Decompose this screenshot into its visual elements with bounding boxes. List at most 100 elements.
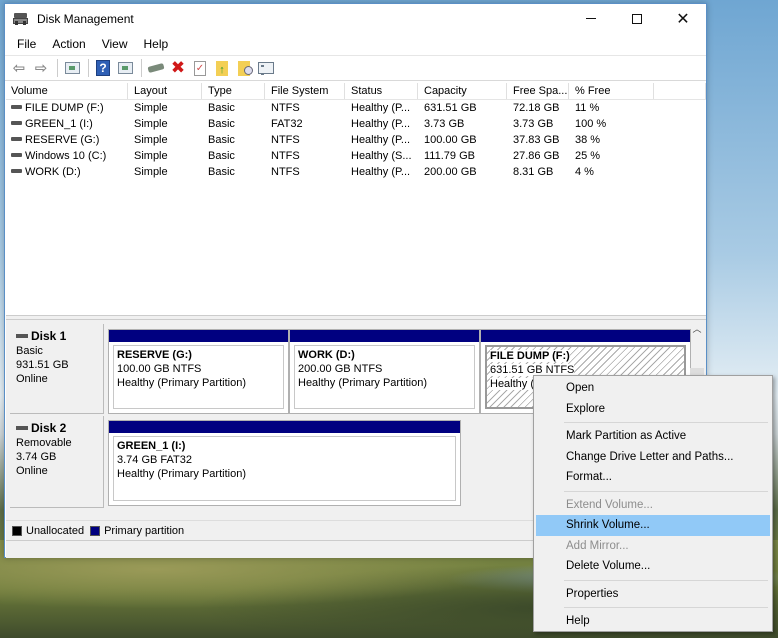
cell-text: NTFS: [271, 134, 300, 146]
folder-search-button[interactable]: [234, 58, 254, 78]
partition-color-bar: [109, 330, 288, 342]
menu-item-change-drive-letter-and-paths[interactable]: Change Drive Letter and Paths...: [536, 447, 770, 468]
column-header-layout[interactable]: Layout: [128, 83, 202, 99]
delete-button[interactable]: ✖: [168, 58, 188, 78]
cell-file-system: NTFS: [265, 132, 345, 148]
column-header-free-space[interactable]: Free Spa...: [507, 83, 569, 99]
disk-size: 3.74 GB: [16, 451, 57, 463]
disk-type: Removable: [16, 437, 72, 449]
volume-list: Volume Layout Type File System Status Ca…: [6, 83, 706, 315]
cell-file-system: NTFS: [265, 100, 345, 116]
cell-text: 3.73 GB: [424, 118, 465, 130]
column-header-capacity[interactable]: Capacity: [418, 83, 507, 99]
menu-action[interactable]: Action: [44, 37, 93, 51]
close-icon: ✕: [676, 10, 690, 28]
cell-layout: Simple: [128, 100, 202, 116]
maximize-button[interactable]: [614, 4, 660, 33]
table-row[interactable]: RESERVE (G:) Simple Basic NTFS Healthy (P...…: [6, 132, 706, 148]
partition-title: GREEN_1 (I:): [117, 440, 186, 452]
menu-item-properties[interactable]: Properties: [536, 584, 770, 605]
table-row[interactable]: Windows 10 (C:) Simple Basic NTFS Healthy (S…: [6, 148, 706, 164]
menu-file[interactable]: File: [9, 37, 44, 51]
show-hide-console-tree-button[interactable]: [62, 58, 82, 78]
cell-text: 111.79 GB: [424, 150, 475, 162]
minimize-button[interactable]: [568, 4, 614, 33]
cell-file-system: NTFS: [265, 164, 345, 180]
disk-status: Online: [16, 373, 48, 385]
legend-swatch-primary: [90, 525, 101, 536]
forward-button[interactable]: ⇨: [31, 58, 51, 78]
table-row[interactable]: FILE DUMP (F:) Simple Basic NTFS Healthy (P.…: [6, 100, 706, 116]
menu-help[interactable]: Help: [136, 37, 177, 51]
partition-reserve[interactable]: RESERVE (G:) 100.00 GB NTFS Healthy (Pri…: [108, 329, 289, 414]
cell-text: 100 %: [575, 118, 607, 130]
cell-layout: Simple: [128, 132, 202, 148]
context-menu: Open Explore Mark Partition as Active Chang…: [533, 375, 773, 632]
partition-work[interactable]: WORK (D:) 200.00 GB NTFS Healthy (Primar…: [289, 329, 480, 414]
disk-name: Disk 2: [31, 421, 67, 435]
cell-file-system: FAT32: [265, 116, 345, 132]
cell-text: 38 %: [575, 134, 601, 146]
column-header-file-system[interactable]: File System: [265, 83, 345, 99]
disk-name: Disk 1: [31, 329, 67, 343]
title-bar[interactable]: Disk Management ✕: [5, 4, 706, 33]
show-hide-action-pane-button[interactable]: [115, 58, 135, 78]
cell-volume: WORK (D:): [6, 164, 128, 180]
cell-text: NTFS: [271, 102, 300, 114]
cell-free-space: 3.73 GB: [507, 116, 569, 132]
delete-icon: ✖: [170, 58, 186, 77]
cell-percent-free: 25 %: [569, 148, 654, 164]
scroll-up-button[interactable]: ︿: [690, 322, 704, 335]
close-button[interactable]: ✕: [660, 4, 706, 33]
disk-1-label[interactable]: Disk 1 Basic 931.51 GB Online: [10, 324, 104, 414]
cell-status: Healthy (P...: [345, 116, 418, 132]
cell-text: Healthy (S...: [351, 150, 412, 162]
menu-separator: [564, 490, 768, 492]
menu-item-delete-volume[interactable]: Delete Volume...: [536, 556, 770, 577]
table-row[interactable]: WORK (D:) Simple Basic NTFS Healthy (P... 200…: [6, 164, 706, 180]
forward-icon: ⇨: [34, 60, 48, 77]
cell-text: Simple: [134, 118, 168, 130]
volume-icon: [11, 105, 22, 110]
help-button[interactable]: ?: [93, 58, 113, 78]
menu-item-help[interactable]: Help: [536, 611, 770, 632]
menu-item-explore[interactable]: Explore: [536, 399, 770, 420]
back-icon: ⇦: [12, 60, 26, 77]
partition-color-bar: [481, 330, 690, 342]
connect-button[interactable]: [146, 58, 166, 78]
disk-2-label[interactable]: Disk 2 Removable 3.74 GB Online: [10, 416, 104, 508]
back-button[interactable]: ⇦: [9, 58, 29, 78]
cell-text: Windows 10 (C:): [25, 150, 107, 162]
column-header-status[interactable]: Status: [345, 83, 418, 99]
cell-text: 100.00 GB: [424, 134, 477, 146]
cell-text: NTFS: [271, 166, 300, 178]
cell-volume: RESERVE (G:): [6, 132, 128, 148]
cell-text: FILE DUMP (F:): [25, 102, 104, 114]
chevron-up-icon: ︿: [692, 324, 702, 334]
cell-layout: Simple: [128, 116, 202, 132]
partition-status: Healthy (Primary Partition): [117, 377, 246, 389]
cell-type: Basic: [202, 164, 265, 180]
column-header-percent-free[interactable]: % Free: [569, 83, 654, 99]
partition-green-1[interactable]: GREEN_1 (I:) 3.74 GB FAT32 Healthy (Prim…: [108, 420, 461, 506]
menu-item-open[interactable]: Open: [536, 378, 770, 399]
column-header-filler: [654, 83, 706, 99]
cell-text: Simple: [134, 134, 168, 146]
folder-up-button[interactable]: ↑: [212, 58, 232, 78]
volume-icon: [11, 153, 22, 158]
menu-view[interactable]: View: [94, 37, 136, 51]
disk-status: Online: [16, 465, 48, 477]
properties-button[interactable]: [256, 58, 276, 78]
cell-text: Simple: [134, 166, 168, 178]
cell-free-space: 37.83 GB: [507, 132, 569, 148]
menu-item-shrink-volume[interactable]: Shrink Volume...: [536, 515, 770, 536]
check-button[interactable]: ✓: [190, 58, 210, 78]
column-header-type[interactable]: Type: [202, 83, 265, 99]
menu-item-format[interactable]: Format...: [536, 467, 770, 488]
table-row[interactable]: GREEN_1 (I:) Simple Basic FAT32 Healthy (P..…: [6, 116, 706, 132]
cell-capacity: 200.00 GB: [418, 164, 507, 180]
partition-color-bar: [290, 330, 479, 342]
column-header-volume[interactable]: Volume: [6, 83, 128, 99]
menu-item-mark-partition-as-active[interactable]: Mark Partition as Active: [536, 426, 770, 447]
cell-text: 4 %: [575, 166, 594, 178]
